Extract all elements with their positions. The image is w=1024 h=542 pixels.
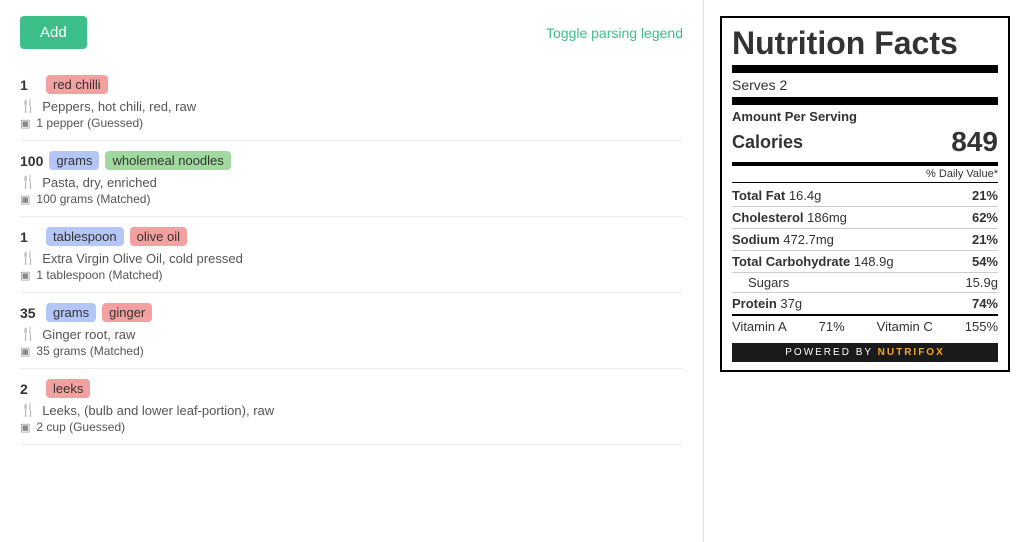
qty-badge: 1 xyxy=(20,77,40,93)
sugars-value: 15.9g xyxy=(965,275,998,290)
protein-dv: 74% xyxy=(972,296,998,311)
protein-row: Protein 37g 74% xyxy=(732,293,998,316)
list-item: 35 grams ginger 🍴 Ginger root, raw ▣ 35 gr… xyxy=(20,293,683,369)
powered-by-text: POWERED BY xyxy=(785,347,873,358)
vitamin-c-dv: 155% xyxy=(965,319,998,334)
amount-per-serving-label: Amount Per Serving xyxy=(732,109,998,124)
box-icon: ▣ xyxy=(20,269,30,282)
ingredient-row: 1 red chilli xyxy=(20,75,683,94)
total-fat-row: Total Fat 16.4g 21% xyxy=(732,185,998,207)
box-icon: ▣ xyxy=(20,117,30,130)
qty-badge: 35 xyxy=(20,305,40,321)
qty-badge: 2 xyxy=(20,381,40,397)
brand-text: NUTRIFOX xyxy=(878,347,945,358)
box-icon: ▣ xyxy=(20,193,30,206)
ingredient-match: ▣ 1 pepper (Guessed) xyxy=(20,116,683,130)
dv-header: % Daily Value* xyxy=(732,168,998,183)
qty-badge: 1 xyxy=(20,229,40,245)
unit-badge: grams xyxy=(49,151,99,170)
vitamin-c-label: Vitamin C xyxy=(877,319,933,334)
ingredient-name-badge: olive oil xyxy=(130,227,187,246)
fork-icon: 🍴 xyxy=(20,250,36,266)
ingredient-description: 🍴 Ginger root, raw xyxy=(20,326,683,342)
fork-icon: 🍴 xyxy=(20,174,36,190)
nutrition-title: Nutrition Facts xyxy=(732,26,998,73)
total-fat-dv: 21% xyxy=(972,188,998,203)
ingredients-list: 1 red chilli 🍴 Peppers, hot chili, red, r… xyxy=(20,65,683,445)
cholesterol-row: Cholesterol 186mg 62% xyxy=(732,207,998,229)
ingredient-row: 2 leeks xyxy=(20,379,683,398)
sodium-label: Sodium 472.7mg xyxy=(732,232,834,247)
fork-icon: 🍴 xyxy=(20,98,36,114)
toolbar: Add Toggle parsing legend xyxy=(20,16,683,49)
ingredient-row: 1 tablespoon olive oil xyxy=(20,227,683,246)
match-text: 35 grams (Matched) xyxy=(36,344,143,358)
list-item: 100 grams wholemeal noodles 🍴 Pasta, dry, … xyxy=(20,141,683,217)
match-text: 100 grams (Matched) xyxy=(36,192,150,206)
list-item: 2 leeks 🍴 Leeks, (bulb and lower leaf-por… xyxy=(20,369,683,445)
ingredient-match: ▣ 35 grams (Matched) xyxy=(20,344,683,358)
powered-by-bar: POWERED BY NUTRIFOX xyxy=(732,343,998,362)
match-text: 1 tablespoon (Matched) xyxy=(36,268,162,282)
total-carb-dv: 54% xyxy=(972,254,998,269)
ingredient-row: 100 grams wholemeal noodles xyxy=(20,151,683,170)
nutrition-serves: Serves 2 xyxy=(732,77,998,93)
fork-icon: 🍴 xyxy=(20,402,36,418)
protein-label: Protein 37g xyxy=(732,296,802,311)
ingredient-name-badge: red chilli xyxy=(46,75,108,94)
vitamin-a-dv: 71% xyxy=(819,319,845,334)
add-button[interactable]: Add xyxy=(20,16,87,49)
description-text: Pasta, dry, enriched xyxy=(42,175,157,190)
calories-label: Calories xyxy=(732,132,803,153)
ingredients-panel: Add Toggle parsing legend 1 red chilli 🍴 … xyxy=(0,0,704,542)
vitamin-row: Vitamin A 71% Vitamin C 155% xyxy=(732,316,998,337)
description-text: Peppers, hot chili, red, raw xyxy=(42,99,196,114)
box-icon: ▣ xyxy=(20,345,30,358)
unit-badge: grams xyxy=(46,303,96,322)
nutrition-panel: Nutrition Facts Serves 2 Amount Per Serv… xyxy=(704,0,1024,542)
total-fat-label: Total Fat 16.4g xyxy=(732,188,821,203)
sodium-row: Sodium 472.7mg 21% xyxy=(732,229,998,251)
sodium-dv: 21% xyxy=(972,232,998,247)
ingredient-row: 35 grams ginger xyxy=(20,303,683,322)
ingredient-description: 🍴 Leeks, (bulb and lower leaf-portion), … xyxy=(20,402,683,418)
thick-divider xyxy=(732,97,998,105)
unit-badge: tablespoon xyxy=(46,227,124,246)
calories-row: Calories 849 xyxy=(732,126,998,166)
total-carb-row: Total Carbohydrate 148.9g 54% xyxy=(732,251,998,273)
description-text: Extra Virgin Olive Oil, cold pressed xyxy=(42,251,243,266)
description-text: Leeks, (bulb and lower leaf-portion), ra… xyxy=(42,403,274,418)
match-text: 1 pepper (Guessed) xyxy=(36,116,143,130)
ingredient-match: ▣ 2 cup (Guessed) xyxy=(20,420,683,434)
ingredient-match: ▣ 100 grams (Matched) xyxy=(20,192,683,206)
fork-icon: 🍴 xyxy=(20,326,36,342)
calories-value: 849 xyxy=(951,126,998,158)
ingredient-description: 🍴 Peppers, hot chili, red, raw xyxy=(20,98,683,114)
toggle-parsing-link[interactable]: Toggle parsing legend xyxy=(546,25,683,41)
list-item: 1 red chilli 🍴 Peppers, hot chili, red, r… xyxy=(20,65,683,141)
list-item: 1 tablespoon olive oil 🍴 Extra Virgin Oliv… xyxy=(20,217,683,293)
ingredient-name-badge: leeks xyxy=(46,379,90,398)
ingredient-description: 🍴 Pasta, dry, enriched xyxy=(20,174,683,190)
match-text: 2 cup (Guessed) xyxy=(36,420,125,434)
ingredient-description: 🍴 Extra Virgin Olive Oil, cold pressed xyxy=(20,250,683,266)
total-carb-label: Total Carbohydrate 148.9g xyxy=(732,254,894,269)
cholesterol-label: Cholesterol 186mg xyxy=(732,210,847,225)
ingredient-name-badge: ginger xyxy=(102,303,152,322)
vitamin-a-label: Vitamin A xyxy=(732,319,787,334)
description-text: Ginger root, raw xyxy=(42,327,135,342)
box-icon: ▣ xyxy=(20,421,30,434)
nutrition-facts-card: Nutrition Facts Serves 2 Amount Per Serv… xyxy=(720,16,1010,372)
ingredient-match: ▣ 1 tablespoon (Matched) xyxy=(20,268,683,282)
ingredient-name-badge: wholemeal noodles xyxy=(105,151,230,170)
sugars-label: Sugars xyxy=(748,275,789,290)
sugars-row: Sugars 15.9g xyxy=(732,273,998,293)
cholesterol-dv: 62% xyxy=(972,210,998,225)
qty-badge: 100 xyxy=(20,153,43,169)
